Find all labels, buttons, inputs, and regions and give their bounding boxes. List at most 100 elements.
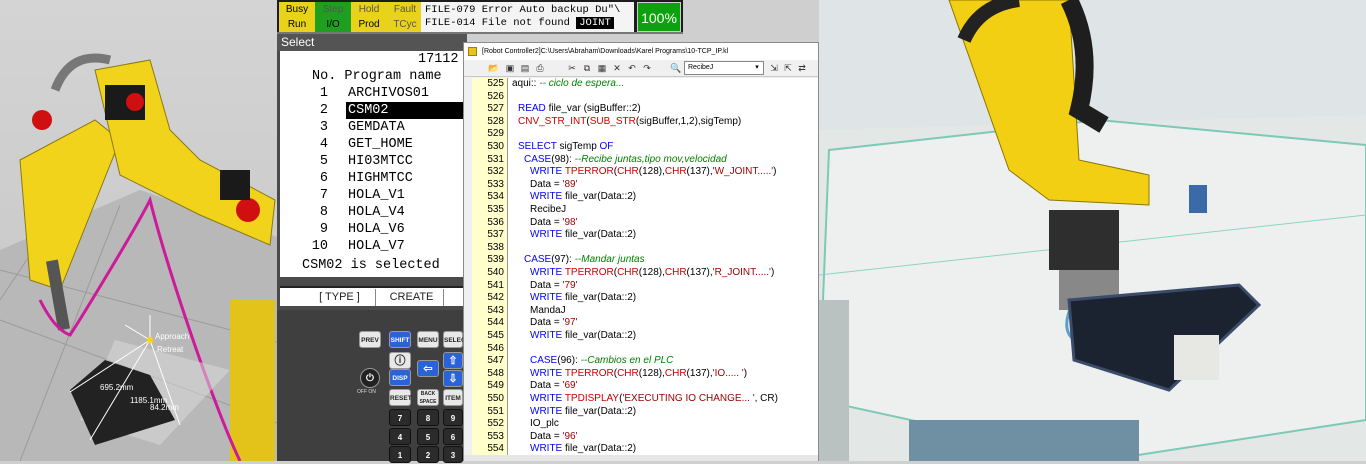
code-line[interactable]: 525 aqui:: -- ciclo de espera... <box>464 78 818 91</box>
code-line[interactable]: 531 CASE(98): --Recibe juntas,tipo mov,ve… <box>464 154 818 167</box>
code-line[interactable]: 532 WRITE TPERROR(CHR(128),CHR(137),'W_JO… <box>464 166 818 179</box>
digit-6-key[interactable]: 6 <box>443 428 463 445</box>
program-row[interactable]: 9 HOLA_V6 <box>280 221 463 238</box>
type-softkey[interactable]: [ TYPE ] <box>304 289 376 306</box>
program-row[interactable]: 5 HI03MTCC <box>280 153 463 170</box>
digit-3-key[interactable]: 3 <box>443 446 463 463</box>
code-text: WRITE file_var(Data::2) <box>530 292 637 304</box>
code-line[interactable]: 527 READ file_var (sigBuffer::2) <box>464 103 818 116</box>
code-line[interactable]: 526 <box>464 91 818 104</box>
code-text: WRITE TPERROR(CHR(128),CHR(137),'R_JOINT… <box>530 267 775 278</box>
code-line[interactable]: 543 MandaJ <box>464 305 818 318</box>
select-key[interactable]: SELECT <box>443 331 470 348</box>
program-row[interactable]: 7 HOLA_V1 <box>280 187 463 204</box>
redo-icon[interactable]: ↷ <box>641 62 653 74</box>
backspace-key[interactable]: BACK SPACE <box>417 389 439 406</box>
digit-7-key[interactable]: 7 <box>389 409 411 426</box>
line-number: 531 <box>487 153 504 165</box>
find-next-icon[interactable]: ⇲ <box>768 62 780 74</box>
pendant-keypad: PREV SHIFT MENU SELECT ⓘ ⇧ ⏻ DISP ⇦ ⇩ OF… <box>277 310 470 463</box>
down-arrow-key[interactable]: ⇩ <box>443 370 463 387</box>
binoculars-icon[interactable]: 🔍 <box>670 62 682 74</box>
paste-icon[interactable]: ▦ <box>596 62 608 74</box>
create-softkey[interactable]: CREATE <box>380 289 444 306</box>
program-row[interactable]: 10 HOLA_V7 <box>280 238 463 255</box>
code-text: Data = '69' <box>530 380 578 392</box>
replace-icon[interactable]: ⇄ <box>796 62 808 74</box>
find-combobox[interactable]: RecibeJ ▾ <box>684 61 764 75</box>
undo-icon[interactable]: ↶ <box>626 62 638 74</box>
code-line[interactable]: 528 CNV_STR_INT(SUB_STR(sigBuffer,1,2),si… <box>464 116 818 129</box>
digit-4-key[interactable]: 4 <box>389 428 411 445</box>
code-line[interactable]: 547 CASE(96): --Cambios en el PLC <box>464 355 818 368</box>
code-line[interactable]: 534 WRITE file_var(Data::2) <box>464 191 818 204</box>
program-number: 8 <box>319 205 328 220</box>
code-line[interactable]: 541 Data = '79' <box>464 280 818 293</box>
horizontal-scrollbar[interactable] <box>464 455 818 461</box>
power-key[interactable]: ⏻ <box>360 368 380 388</box>
chevron-down-icon[interactable]: ▾ <box>752 62 762 74</box>
program-name: HIGHMTCC <box>348 171 413 186</box>
code-line[interactable]: 530 SELECT sigTemp OF <box>464 141 818 154</box>
code-editor-window: [Robot Controller2]C:\Users\Abraham\Down… <box>463 42 819 461</box>
code-line[interactable]: 552 IO_plc <box>464 418 818 431</box>
disp-key[interactable]: DISP <box>389 369 411 386</box>
program-row-selected[interactable]: 2 CSM02 <box>280 102 466 119</box>
item-key[interactable]: ITEM <box>443 389 463 406</box>
line-number: 545 <box>487 330 504 341</box>
code-line[interactable]: 551 WRITE file_var(Data::2) <box>464 406 818 419</box>
left-arrow-key[interactable]: ⇦ <box>417 360 439 377</box>
reset-key[interactable]: RESET <box>389 389 412 406</box>
info-key[interactable]: ⓘ <box>389 352 411 369</box>
code-line[interactable]: 542 WRITE file_var(Data::2) <box>464 292 818 305</box>
override-percentage: 100% <box>637 2 681 32</box>
find-prev-icon[interactable]: ⇱ <box>782 62 794 74</box>
print-icon[interactable]: ⎙ <box>534 62 546 74</box>
program-row[interactable]: 4 GET_HOME <box>280 136 463 153</box>
open-icon[interactable]: 📂 <box>488 62 500 74</box>
code-line[interactable]: 538 <box>464 242 818 255</box>
digit-5-key[interactable]: 5 <box>417 428 439 445</box>
code-line[interactable]: 537 WRITE file_var(Data::2) <box>464 229 818 242</box>
line-number: 539 <box>487 254 504 266</box>
digit-1-key[interactable]: 1 <box>389 446 411 463</box>
copy-icon[interactable]: ⧉ <box>581 62 593 74</box>
code-line[interactable]: 545 WRITE file_var(Data::2) <box>464 330 818 343</box>
save-all-icon[interactable]: ▤ <box>519 62 531 74</box>
program-row[interactable]: 8 HOLA_V4 <box>280 204 463 221</box>
line-number: 552 <box>487 418 504 430</box>
up-arrow-key[interactable]: ⇧ <box>443 352 463 369</box>
line-number: 549 <box>487 380 504 392</box>
digit-9-key[interactable]: 9 <box>443 409 463 426</box>
code-line[interactable]: 550 WRITE TPDISPLAY('EXECUTING IO CHANGE.… <box>464 393 818 406</box>
save-icon[interactable]: ▣ <box>504 62 516 74</box>
program-row[interactable]: 6 HIGHMTCC <box>280 170 463 187</box>
power-icon: ⏻ <box>366 373 374 384</box>
arrow-down-icon: ⇩ <box>448 373 458 385</box>
code-line[interactable]: 535 RecibeJ <box>464 204 818 217</box>
code-line[interactable]: 540 WRITE TPERROR(CHR(128),CHR(137),'R_JO… <box>464 267 818 280</box>
digit-8-key[interactable]: 8 <box>417 409 439 426</box>
code-line[interactable]: 529 <box>464 128 818 141</box>
menu-key[interactable]: MENU <box>417 331 439 348</box>
code-area[interactable]: 525 aqui:: -- ciclo de espera... 526 527 REA… <box>464 78 818 461</box>
delete-icon[interactable]: ✕ <box>611 62 623 74</box>
prev-key[interactable]: PREV <box>359 331 381 348</box>
program-number: 1 <box>319 86 328 101</box>
code-line[interactable]: 544 Data = '97' <box>464 317 818 330</box>
code-line[interactable]: 536 Data = '98' <box>464 217 818 230</box>
program-row[interactable]: 3 GEMDATA <box>280 119 463 136</box>
digit-2-key[interactable]: 2 <box>417 446 439 463</box>
code-line[interactable]: 548 WRITE TPERROR(CHR(128),CHR(137),'IO..… <box>464 368 818 381</box>
cut-icon[interactable]: ✂ <box>566 62 578 74</box>
editor-title-text: [Robot Controller2]C:\Users\Abraham\Down… <box>482 48 729 55</box>
code-line[interactable]: 553 Data = '96' <box>464 431 818 444</box>
code-line[interactable]: 546 <box>464 343 818 356</box>
code-text: READ file_var (sigBuffer::2) <box>518 103 641 115</box>
code-line[interactable]: 539 CASE(97): --Mandar juntas <box>464 254 818 267</box>
shift-key[interactable]: SHIFT <box>389 331 411 348</box>
code-text: Data = '79' <box>530 279 578 291</box>
program-row[interactable]: 1 ARCHIVOS01 <box>280 85 463 102</box>
code-line[interactable]: 549 Data = '69' <box>464 380 818 393</box>
code-line[interactable]: 533 Data = '89' <box>464 179 818 192</box>
